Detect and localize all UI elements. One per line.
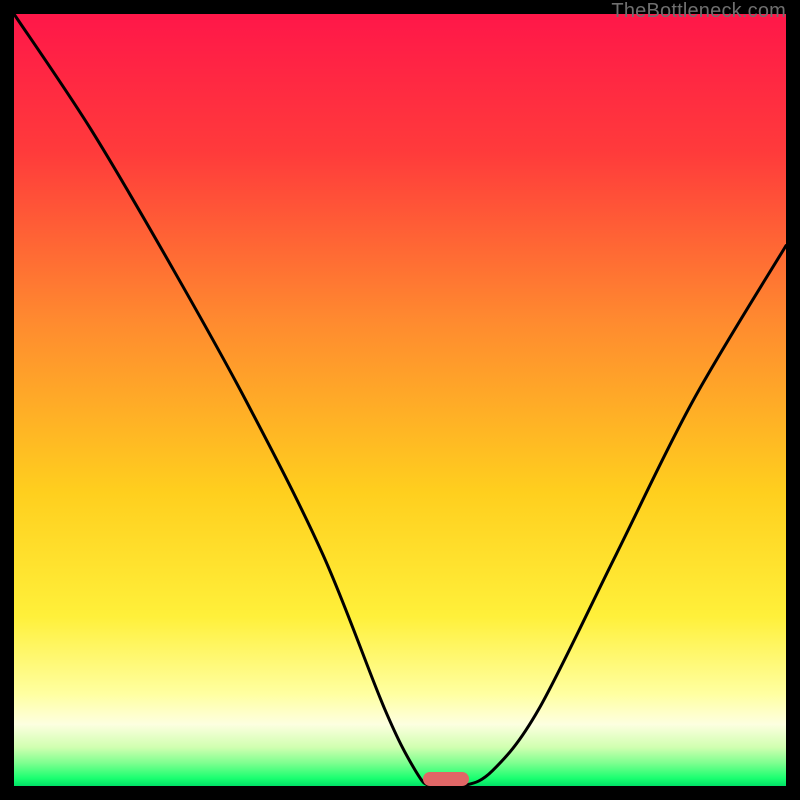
watermark-label: TheBottleneck.com bbox=[611, 0, 786, 23]
bottleneck-curve bbox=[14, 14, 786, 786]
chart-frame: TheBottleneck.com bbox=[0, 0, 800, 800]
optimal-range-marker bbox=[423, 772, 469, 786]
plot-area bbox=[14, 14, 786, 786]
